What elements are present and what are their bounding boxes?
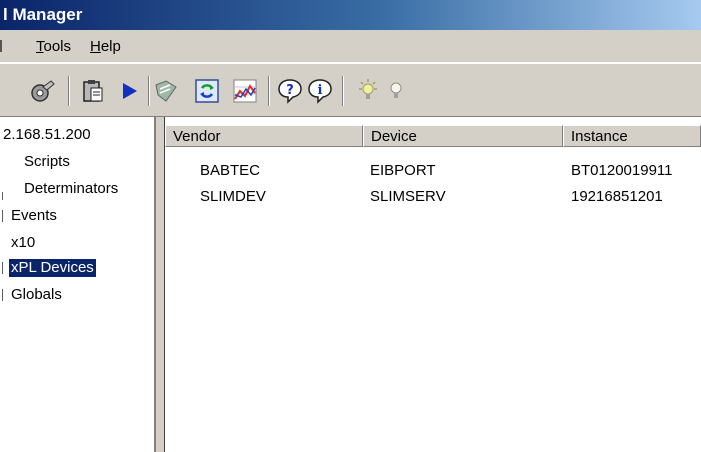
- window-title: l Manager: [3, 5, 83, 24]
- cell-vendor: SLIMDEV: [200, 188, 266, 205]
- tree-root[interactable]: 2.168.51.200: [3, 126, 91, 144]
- tree-connector: [2, 289, 3, 301]
- menu-item-fragment[interactable]: [0, 40, 2, 52]
- refresh-icon[interactable]: [193, 77, 221, 105]
- graph-icon[interactable]: [231, 77, 259, 105]
- toolbar-separator: [268, 76, 270, 106]
- column-header-instance[interactable]: Instance: [563, 125, 701, 147]
- device-list[interactable]: Vendor Device Instance BABTEC EIBPORT BT…: [165, 117, 701, 452]
- tree-item-x10[interactable]: x10: [11, 234, 35, 252]
- menu-help-mnemonic: H: [90, 38, 101, 55]
- clipboard-icon[interactable]: [79, 77, 107, 105]
- tree-item-scripts[interactable]: Scripts: [24, 153, 70, 171]
- menu-tools-label-rest: ools: [43, 38, 72, 55]
- cell-device: EIBPORT: [370, 162, 436, 179]
- column-header-vendor[interactable]: Vendor: [165, 125, 363, 147]
- light-off-icon[interactable]: [382, 77, 410, 105]
- tree-item-determinators[interactable]: Determinators: [24, 180, 118, 198]
- menu-bar: Tools Help: [0, 30, 701, 63]
- svg-text:i: i: [318, 83, 323, 98]
- tree-item-xpl-devices[interactable]: xPL Devices: [9, 259, 96, 277]
- cell-device: SLIMSERV: [370, 188, 446, 205]
- menu-help-label-rest: elp: [100, 38, 121, 55]
- tree-connector: [2, 262, 3, 274]
- tree-connector: [2, 192, 3, 200]
- toolbar-separator: [342, 76, 344, 106]
- svg-text:?: ?: [286, 83, 294, 98]
- script-icon[interactable]: [152, 77, 180, 105]
- toolbar-separator: [148, 76, 150, 106]
- cell-instance: BT0120019911: [571, 162, 673, 179]
- light-on-icon[interactable]: [354, 77, 382, 105]
- pane-splitter[interactable]: [156, 117, 165, 452]
- properties-icon[interactable]: [28, 77, 56, 105]
- toolbar: ? i: [0, 63, 701, 117]
- info-icon[interactable]: i: [306, 77, 334, 105]
- tree-item-globals[interactable]: Globals: [11, 286, 62, 304]
- cell-vendor: BABTEC: [200, 162, 261, 179]
- cell-instance: 19216851201: [571, 188, 663, 205]
- tree-item-events[interactable]: Events: [11, 207, 57, 225]
- menu-help[interactable]: Help: [90, 38, 121, 55]
- toolbar-separator: [68, 76, 70, 106]
- play-icon[interactable]: [116, 77, 144, 105]
- title-bar[interactable]: l Manager: [0, 0, 701, 30]
- tree-connector: [2, 210, 3, 222]
- menu-tools-mnemonic: T: [36, 38, 44, 55]
- menu-tools[interactable]: Tools: [36, 38, 71, 55]
- tree-pane[interactable]: 2.168.51.200 Scripts Determinators Event…: [0, 117, 156, 452]
- column-header-device[interactable]: Device: [363, 125, 563, 147]
- help-icon[interactable]: ?: [276, 77, 304, 105]
